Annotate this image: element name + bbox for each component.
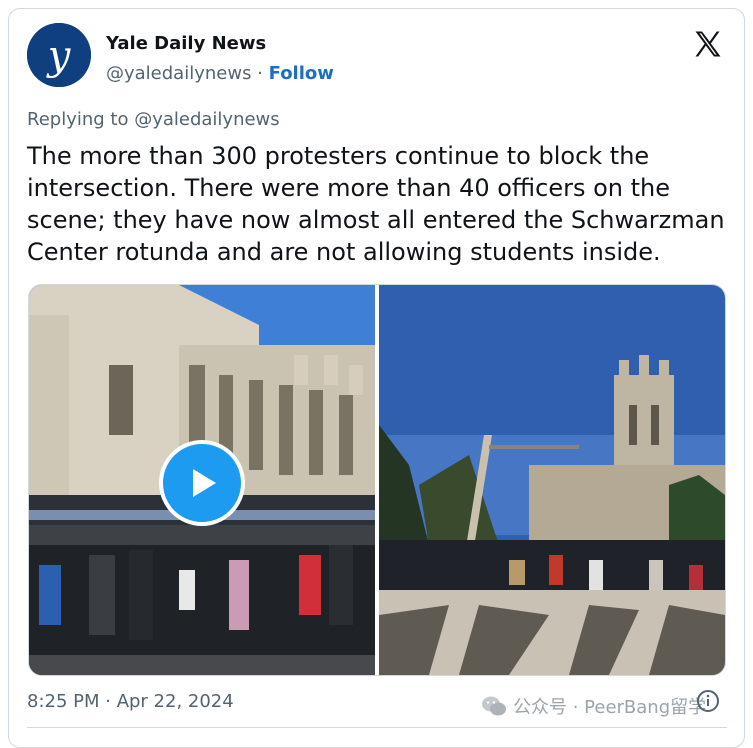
tweet-card: y Yale Daily News @yaledailynews · Follo… — [8, 8, 745, 748]
media-grid[interactable] — [28, 284, 726, 676]
author-name[interactable]: Yale Daily News — [106, 33, 266, 54]
wechat-icon — [482, 696, 506, 716]
media-images — [29, 285, 725, 675]
tweet-timestamp[interactable]: 8:25 PM · Apr 22, 2024 — [27, 691, 234, 712]
author-handle[interactable]: @yaledailynews — [106, 63, 251, 84]
tweet-header: y Yale Daily News @yaledailynews · Follo… — [27, 23, 727, 87]
right-photo — [379, 285, 725, 675]
watermark-text: 公众号 · PeerBang留学 — [513, 697, 707, 718]
avatar[interactable]: y — [27, 23, 91, 87]
handle-row: @yaledailynews · Follow — [106, 63, 334, 84]
info-icon[interactable] — [696, 689, 720, 713]
x-logo-icon[interactable] — [693, 29, 723, 59]
tweet-text: The more than 300 protesters continue to… — [27, 142, 725, 266]
yale-logo-icon: y — [27, 23, 91, 87]
replying-to: Replying to @yaledailynews — [27, 109, 280, 130]
avatar-letter: y — [46, 33, 72, 79]
divider — [27, 727, 727, 728]
play-button[interactable] — [159, 440, 245, 526]
follow-button[interactable]: Follow — [269, 63, 334, 84]
play-icon — [193, 469, 216, 497]
watermark: 公众号 · PeerBang留学 — [481, 693, 706, 719]
handle-separator: · — [251, 63, 269, 84]
